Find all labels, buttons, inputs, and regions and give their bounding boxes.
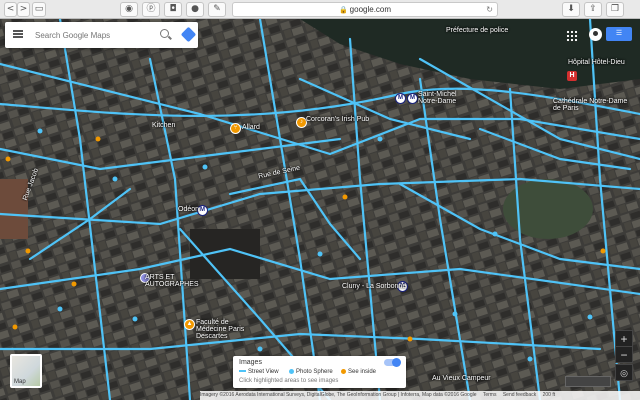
map-footer: Imagery ©2016 Aerodata International Sur… bbox=[200, 391, 640, 400]
label-kitchen[interactable]: Kitchen bbox=[152, 122, 175, 129]
zoom-out-button[interactable]: − bbox=[615, 346, 633, 363]
hospital-icon[interactable]: H bbox=[567, 71, 577, 81]
legend-street-view: Street View bbox=[239, 369, 279, 375]
street-view-legend-icon bbox=[239, 370, 246, 373]
address-bar[interactable]: 🔒 google.com ↻ bbox=[232, 2, 498, 17]
label-hospital[interactable]: Hôpital Hôtel-Dieu bbox=[568, 59, 625, 66]
lock-icon: 🔒 bbox=[338, 7, 348, 14]
label-saint-michel[interactable]: Saint-Michel Notre-Dame bbox=[418, 91, 468, 105]
camera-icon[interactable]: ● bbox=[186, 2, 204, 17]
label-prefecture[interactable]: Préfecture de police bbox=[446, 27, 508, 34]
label-arts[interactable]: ARTS ET AUTOGRAPHES bbox=[145, 274, 200, 288]
metro-icon[interactable]: M bbox=[407, 93, 418, 104]
images-panel: Images Street View Photo Sphere See insi… bbox=[233, 356, 406, 388]
forward-button[interactable]: > bbox=[17, 2, 30, 17]
education-icon[interactable]: ▲ bbox=[184, 319, 195, 330]
search-icon[interactable] bbox=[160, 29, 169, 38]
browser-toolbar: < > ▭ ◉ ⓟ ◘ ● ✎ 🔒 google.com ↻ ⬇ ⇪ ❐ bbox=[0, 0, 640, 19]
satellite-map[interactable]: Préfecture de police H Hôpital Hôtel-Die… bbox=[0, 19, 640, 400]
map-view-toggle[interactable]: Map bbox=[10, 354, 42, 388]
ghostery-icon[interactable]: ◉ bbox=[120, 2, 138, 17]
label-corcoran[interactable]: Corcoran's Irish Pub bbox=[306, 116, 369, 123]
pocket-icon[interactable]: ◘ bbox=[164, 2, 182, 17]
photo-strip[interactable] bbox=[565, 376, 611, 387]
legend-see-inside: See inside bbox=[341, 369, 376, 375]
zoom-in-button[interactable]: + bbox=[615, 330, 633, 347]
search-box bbox=[5, 22, 198, 48]
back-button[interactable]: < bbox=[4, 2, 17, 17]
metro-icon[interactable]: M bbox=[395, 93, 406, 104]
attribution: Imagery ©2016 Aerodata International Sur… bbox=[200, 392, 477, 398]
images-hint: Click highlighted areas to see images bbox=[239, 378, 339, 384]
terms-link[interactable]: Terms bbox=[483, 392, 497, 398]
compass-icon[interactable]: ◎ bbox=[615, 364, 633, 381]
scale: 200 ft bbox=[542, 392, 556, 398]
search-input[interactable] bbox=[35, 28, 150, 42]
pinterest-icon[interactable]: ⓟ bbox=[142, 2, 160, 17]
apps-icon[interactable] bbox=[566, 30, 578, 42]
images-title: Images bbox=[239, 359, 262, 366]
label-cluny[interactable]: Cluny - La Sorbonne bbox=[342, 283, 406, 290]
sidebar-icon[interactable]: ▭ bbox=[32, 2, 46, 17]
share-icon[interactable]: ⇪ bbox=[584, 2, 602, 17]
label-odeon[interactable]: Odéon bbox=[178, 206, 199, 213]
legend-photo-sphere: Photo Sphere bbox=[289, 369, 333, 375]
notifications-button[interactable]: ☰ bbox=[606, 27, 632, 41]
map-thumb-label: Map bbox=[14, 379, 26, 385]
label-allard[interactable]: Allard bbox=[242, 124, 260, 131]
directions-icon[interactable] bbox=[180, 26, 197, 43]
menu-icon[interactable] bbox=[13, 30, 23, 38]
label-au-vieux[interactable]: Au Vieux Campeur bbox=[432, 375, 491, 382]
label-notre-dame[interactable]: Cathédrale Notre-Dame de Paris bbox=[553, 98, 633, 112]
map-imagery bbox=[0, 19, 640, 400]
see-inside-legend-icon bbox=[341, 369, 346, 374]
images-toggle[interactable] bbox=[384, 358, 401, 367]
feedback-link[interactable]: Send feedback bbox=[503, 392, 536, 398]
avatar[interactable] bbox=[589, 28, 602, 41]
restaurant-icon[interactable]: ⑂ bbox=[230, 123, 241, 134]
photo-sphere-legend-icon bbox=[289, 369, 294, 374]
tabs-icon[interactable]: ❐ bbox=[606, 2, 624, 17]
label-faculte[interactable]: Faculté de Médecine Paris Descartes bbox=[196, 319, 246, 340]
evernote-icon[interactable]: ✎ bbox=[208, 2, 226, 17]
url-text: google.com bbox=[349, 5, 392, 14]
download-icon[interactable]: ⬇ bbox=[562, 2, 580, 17]
reload-icon[interactable]: ↻ bbox=[486, 3, 493, 16]
